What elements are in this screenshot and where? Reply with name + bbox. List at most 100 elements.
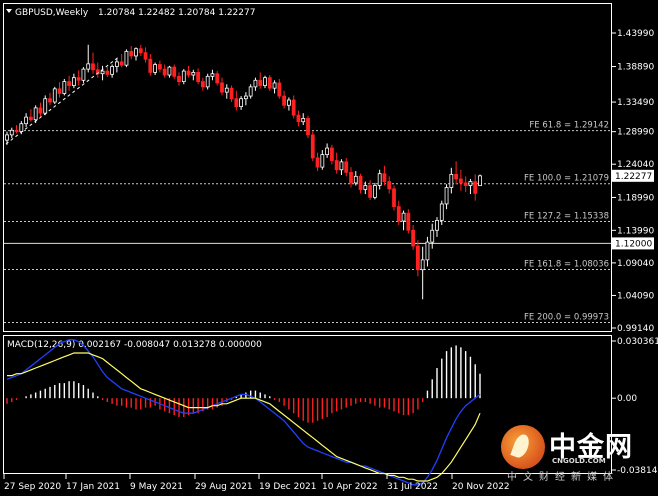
- candle: [81, 67, 86, 83]
- price-tick-label: 1.09040: [617, 259, 654, 269]
- candlesticks: [5, 44, 482, 300]
- candle: [444, 184, 449, 210]
- candle: [191, 69, 196, 81]
- candle: [406, 209, 411, 234]
- candle: [229, 85, 234, 102]
- candle: [301, 113, 306, 126]
- fe-level-label: FE 127.2 = 1.15338: [524, 211, 609, 221]
- candle: [358, 173, 363, 194]
- macd-line: [6, 339, 481, 486]
- dropdown-triangle-icon[interactable]: [6, 9, 12, 13]
- candle: [105, 67, 110, 78]
- candle: [43, 95, 48, 116]
- candle: [401, 210, 406, 231]
- candle: [143, 47, 148, 63]
- candle: [478, 174, 482, 187]
- time-tick-label: 10 Apr 2022: [322, 482, 378, 492]
- candle: [334, 152, 339, 174]
- candle: [76, 70, 81, 86]
- candle: [14, 125, 19, 134]
- candle: [177, 72, 181, 86]
- candle: [372, 182, 377, 200]
- candle: [134, 47, 138, 61]
- candle: [234, 90, 239, 111]
- fe-level-label: FE 161.8 = 1.08036: [524, 259, 609, 269]
- macd-tick-label: -0.038141: [617, 466, 658, 476]
- candle: [377, 169, 382, 190]
- price-tick-label: 1.43990: [617, 29, 654, 39]
- candle: [415, 240, 420, 277]
- candle: [454, 161, 459, 185]
- candle: [248, 84, 253, 99]
- candle: [200, 77, 205, 91]
- candle: [425, 236, 430, 267]
- candle: [52, 86, 57, 104]
- candle: [272, 80, 277, 94]
- price-axis: 1.43990 1.38890 1.33490 1.28990 1.24040 1.189…: [612, 29, 654, 334]
- candle: [315, 152, 320, 172]
- candle: [387, 176, 392, 194]
- candle: [57, 82, 62, 98]
- candle: [24, 113, 29, 127]
- candle: [196, 68, 201, 85]
- macd-label: MACD(12,26,9) 0.002167 -0.008047 0.01327…: [7, 340, 262, 350]
- candle: [253, 77, 258, 91]
- candle: [100, 65, 105, 81]
- candle: [153, 62, 158, 76]
- candle: [468, 178, 473, 195]
- candle: [458, 169, 463, 191]
- candle: [329, 144, 334, 165]
- price-tick-label: 1.24040: [617, 160, 654, 170]
- ohlc-readout: 1.20784 1.22482 1.20784 1.22277: [98, 8, 255, 18]
- candle: [162, 64, 167, 78]
- candle: [181, 69, 186, 85]
- time-tick-label: 19 Dec 2021: [259, 482, 317, 492]
- candle: [157, 60, 162, 73]
- candle: [411, 224, 416, 250]
- macd-tick-label: 0.00: [617, 394, 637, 404]
- candle: [215, 71, 220, 86]
- fe-level-label: FE 61.8 = 1.29142: [529, 121, 609, 131]
- price-tick-label: 1.18990: [617, 193, 654, 203]
- candle: [339, 159, 344, 176]
- candle: [306, 115, 310, 139]
- candle: [267, 75, 272, 91]
- candle: [148, 53, 153, 76]
- current-price-label: 1.22277: [615, 172, 652, 182]
- candle: [124, 49, 129, 68]
- candle: [325, 143, 330, 158]
- candle: [239, 96, 244, 110]
- fe-level-label: FE 100.0 = 1.21079: [524, 174, 609, 184]
- candle: [62, 78, 67, 96]
- candle: [473, 174, 478, 201]
- price-tick-label: 1.04090: [617, 291, 654, 301]
- candle: [320, 150, 325, 170]
- candle: [9, 127, 14, 139]
- main-chart-frame: [3, 3, 612, 332]
- macd-indicator: [6, 339, 481, 486]
- candle: [430, 223, 435, 249]
- candle: [220, 77, 224, 96]
- price-chart[interactable]: GBPUSD,Weekly 1.20784 1.22482 1.20784 1.…: [0, 0, 658, 496]
- macd-tick-label: 0.030361: [617, 337, 658, 347]
- candle: [186, 65, 191, 78]
- candle: [138, 44, 143, 56]
- time-tick-label: 17 Jan 2021: [66, 482, 120, 492]
- candle: [38, 102, 43, 118]
- candle: [119, 53, 124, 68]
- candle: [463, 176, 468, 193]
- candle: [382, 165, 387, 186]
- candle: [205, 73, 210, 90]
- trend-line: [5, 55, 121, 145]
- time-tick-label: 9 May 2021: [130, 482, 183, 492]
- candle: [28, 109, 33, 122]
- candle: [344, 157, 349, 177]
- price-tick-label: 1.33490: [617, 98, 654, 108]
- time-tick-label: 31 Jul 2022: [387, 482, 438, 492]
- candle: [210, 69, 215, 81]
- candle: [420, 246, 425, 300]
- candle: [263, 75, 267, 89]
- price-tick-label: 1.28990: [617, 128, 654, 138]
- candle: [114, 59, 119, 73]
- candle: [291, 95, 296, 119]
